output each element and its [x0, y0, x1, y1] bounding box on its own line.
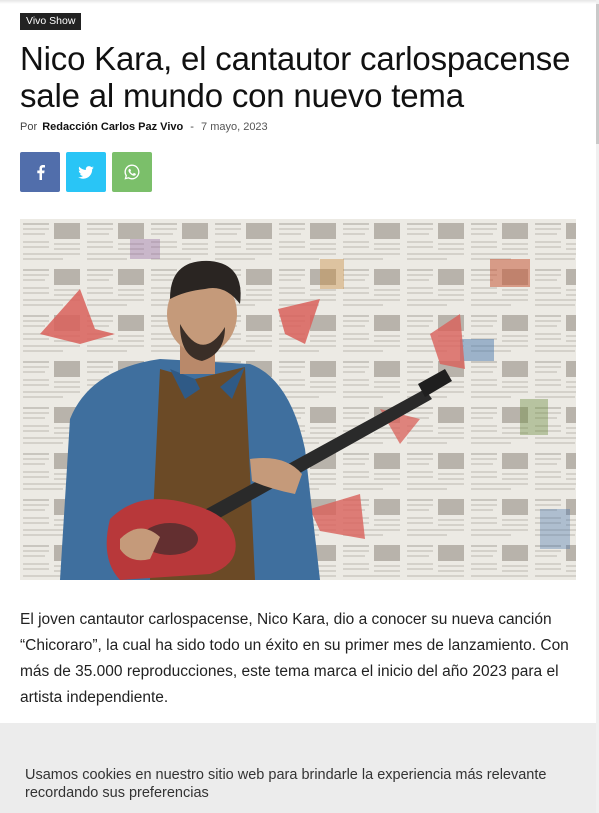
top-edge	[0, 0, 599, 4]
meta-separator: -	[190, 121, 194, 133]
facebook-share-button[interactable]	[20, 152, 60, 192]
whatsapp-share-button[interactable]	[112, 152, 152, 192]
whatsapp-icon	[123, 163, 141, 181]
category-badge[interactable]: Vivo Show	[20, 13, 82, 30]
article-paragraph: El joven cantautor carlospacense, Nico K…	[20, 611, 569, 706]
author-link[interactable]: Redacción Carlos Paz Vivo	[42, 121, 183, 133]
facebook-icon	[36, 164, 45, 180]
musician-photo	[20, 219, 576, 580]
twitter-share-button[interactable]	[66, 152, 106, 192]
article-hero-image	[20, 219, 576, 580]
twitter-icon	[78, 165, 94, 179]
cookie-banner: Usamos cookies en nuestro sitio web para…	[0, 723, 596, 813]
publish-date: 7 mayo, 2023	[201, 121, 268, 133]
share-buttons	[20, 152, 152, 192]
byline-prefix: Por	[20, 121, 38, 133]
cookie-banner-text: Usamos cookies en nuestro sitio web para…	[25, 767, 547, 801]
article-meta: Por Redacción Carlos Paz Vivo - 7 mayo, …	[20, 121, 268, 133]
article-title: Nico Kara, el cantautor carlospacense sa…	[20, 40, 571, 114]
